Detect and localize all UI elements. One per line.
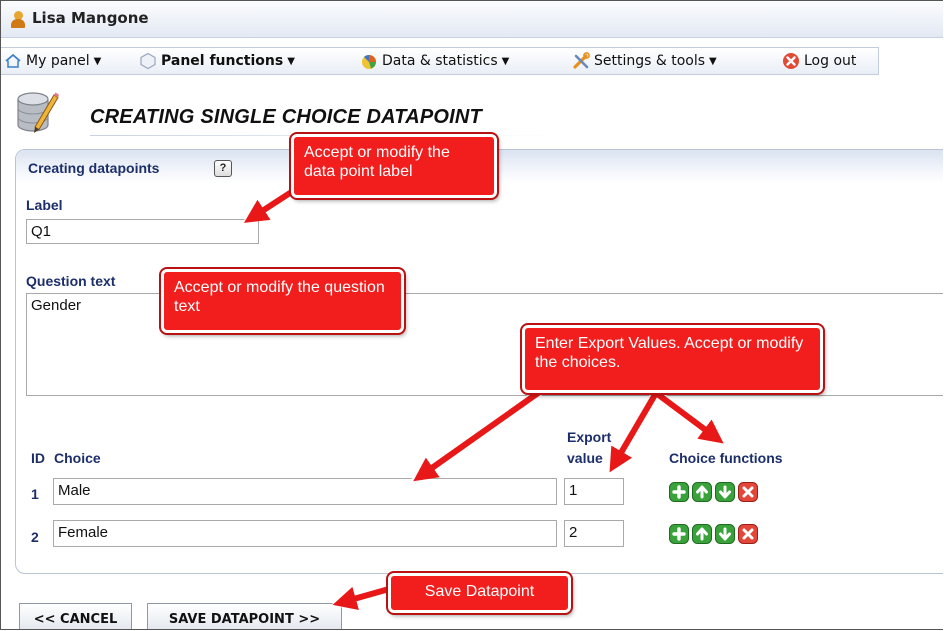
logout-icon <box>782 52 800 70</box>
question-text-label: Question text <box>26 273 116 289</box>
chevron-down-icon: ▼ <box>287 55 295 67</box>
callout-question-text: Accept or modify the question text <box>159 267 406 335</box>
choice-input[interactable]: Female <box>53 520 557 547</box>
chevron-down-icon: ▼ <box>501 55 510 67</box>
move-down-button[interactable] <box>715 524 735 544</box>
move-up-button[interactable] <box>692 482 712 502</box>
label-input[interactable]: Q1 <box>26 219 259 244</box>
menu-data-statistics[interactable]: Data & statistics ▼ <box>360 49 509 73</box>
menu-label: Panel functions <box>161 53 284 69</box>
user-icon <box>11 11 25 28</box>
chevron-down-icon: ▼ <box>93 55 102 67</box>
help-icon[interactable]: ? <box>214 160 232 177</box>
main-menu-bar: My panel ▼ Panel functions ▼ Data & statis… <box>1 47 879 75</box>
user-name: Lisa Mangone <box>32 9 149 27</box>
row-id: 1 <box>31 486 39 502</box>
menu-label: Log out <box>804 53 857 69</box>
export-value-input[interactable]: 2 <box>564 520 624 547</box>
column-header-choice-functions: Choice functions <box>669 450 783 466</box>
panel-title: Creating datapoints <box>28 160 160 176</box>
chart-icon <box>360 52 378 70</box>
menu-panel-functions[interactable]: Panel functions ▼ <box>139 49 295 73</box>
menu-log-out[interactable]: Log out <box>782 49 856 73</box>
add-choice-button[interactable] <box>669 482 689 502</box>
column-header-choice: Choice <box>54 450 101 466</box>
callout-export-values: Enter Export Values. Accept or modify th… <box>520 323 825 395</box>
add-choice-button[interactable] <box>669 524 689 544</box>
move-up-button[interactable] <box>692 524 712 544</box>
delete-choice-button[interactable] <box>738 482 758 502</box>
label-field-label: Label <box>26 197 63 213</box>
choice-input[interactable]: Male <box>53 478 557 505</box>
callout-save-datapoint: Save Datapoint <box>386 571 573 615</box>
export-value-input[interactable]: 1 <box>564 478 624 505</box>
user-title-bar: Lisa Mangone <box>1 1 943 38</box>
menu-label: Data & statistics <box>382 53 498 69</box>
application-window: Lisa Mangone My panel ▼ Panel functions ▼ … <box>0 0 943 630</box>
callout-label: Accept or modify the data point label <box>289 132 499 200</box>
save-datapoint-button[interactable]: SAVE DATAPOINT >> <box>147 603 342 629</box>
chevron-down-icon: ▼ <box>709 55 717 67</box>
column-header-id: ID <box>31 450 45 466</box>
hexagon-icon <box>139 52 157 70</box>
delete-choice-button[interactable] <box>738 524 758 544</box>
row-id: 2 <box>31 529 39 545</box>
column-header-export: Export <box>567 429 612 445</box>
page-title: CREATING SINGLE CHOICE DATAPOINT <box>90 106 482 128</box>
menu-my-panel[interactable]: My panel ▼ <box>4 49 101 73</box>
menu-settings-tools[interactable]: Settings & tools ▼ <box>572 49 717 73</box>
tools-icon <box>572 52 590 70</box>
column-header-value: value <box>567 450 603 466</box>
cancel-button[interactable]: << CANCEL <box>19 603 132 629</box>
home-icon <box>4 52 22 70</box>
database-edit-icon <box>15 87 59 135</box>
menu-label: Settings & tools <box>594 53 706 69</box>
move-down-button[interactable] <box>715 482 735 502</box>
menu-label: My panel <box>26 53 90 69</box>
